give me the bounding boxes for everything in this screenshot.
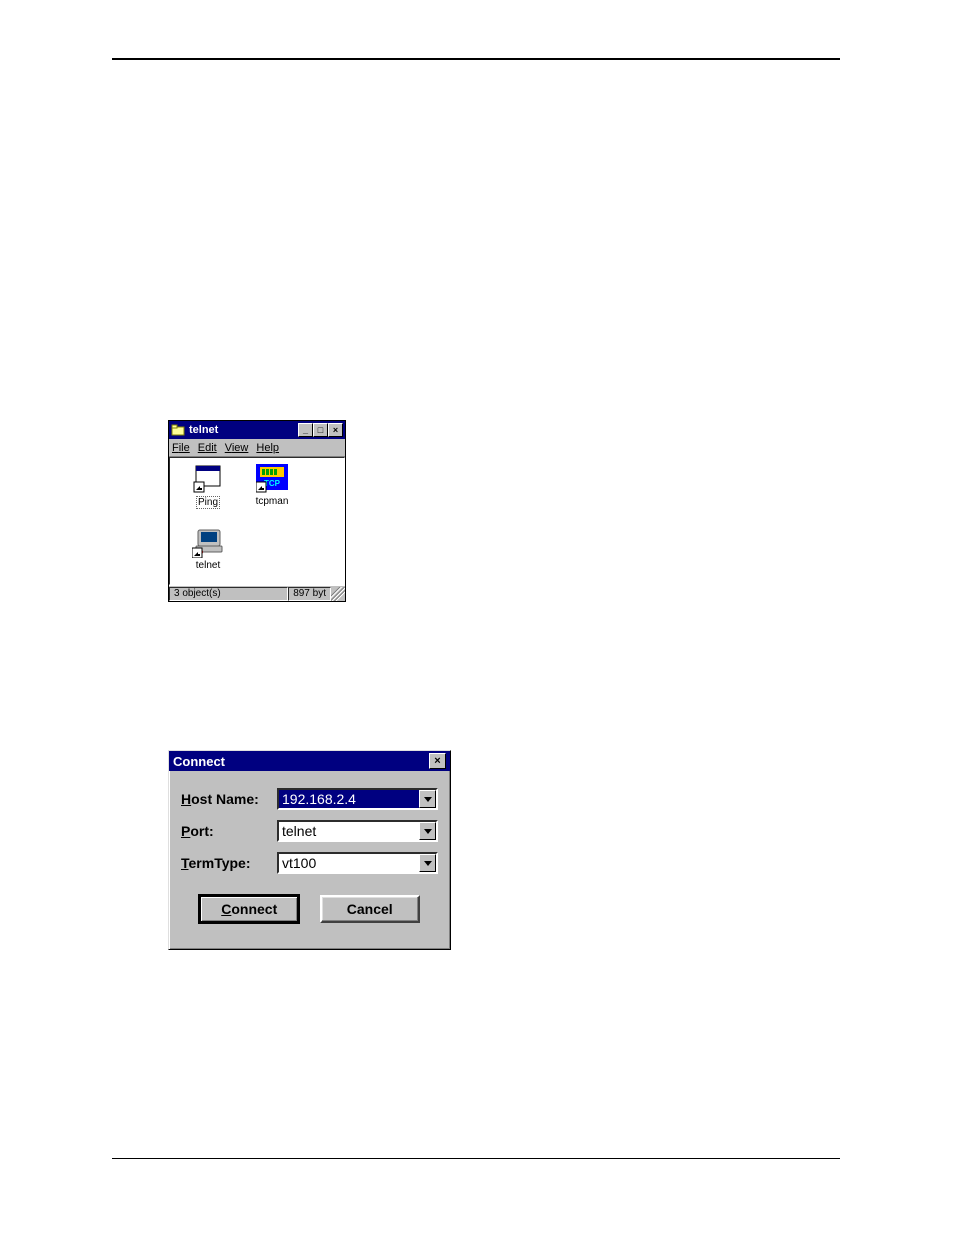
window-shortcut-icon xyxy=(192,464,224,494)
menu-help[interactable]: Help xyxy=(256,442,279,454)
port-label: Port: xyxy=(181,823,277,839)
horizontal-rule-top xyxy=(112,58,840,60)
termtype-combo[interactable]: vt100 xyxy=(277,852,438,874)
dialog-close-button[interactable]: × xyxy=(429,753,446,769)
menu-view[interactable]: View xyxy=(225,442,249,454)
connect-dialog: Connect × Host Name: 192.168.2.4 Port: t… xyxy=(168,750,451,950)
maximize-button[interactable]: □ xyxy=(313,423,328,437)
resize-grip[interactable] xyxy=(331,587,345,601)
window-titlebar[interactable]: telnet _ □ × xyxy=(169,421,345,439)
shortcut-ping[interactable]: Ping xyxy=(180,464,236,509)
status-bytes: 897 byt xyxy=(288,587,331,601)
termtype-label: TermType: xyxy=(181,855,277,871)
close-button[interactable]: × xyxy=(328,423,343,437)
window-title: telnet xyxy=(189,424,298,436)
shortcut-label: Ping xyxy=(196,496,220,509)
menu-file[interactable]: File xyxy=(172,442,190,454)
host-name-combo[interactable]: 192.168.2.4 xyxy=(277,788,438,810)
connect-button[interactable]: Connect xyxy=(199,895,299,923)
chevron-down-icon[interactable] xyxy=(419,790,436,808)
host-name-value[interactable]: 192.168.2.4 xyxy=(279,790,419,808)
cancel-button[interactable]: Cancel xyxy=(320,895,420,923)
menubar: File Edit View Help xyxy=(169,439,345,457)
chevron-down-icon[interactable] xyxy=(419,854,436,872)
tcp-shortcut-icon: TCP xyxy=(256,464,288,494)
telnet-folder-window: telnet _ □ × File Edit View Help Ping TC… xyxy=(168,420,346,602)
statusbar: 3 object(s) 897 byt xyxy=(169,585,345,601)
folder-icon xyxy=(171,423,185,437)
status-object-count: 3 object(s) xyxy=(169,587,288,601)
port-value[interactable]: telnet xyxy=(279,822,419,840)
shortcut-label: telnet xyxy=(196,560,220,571)
minimize-button[interactable]: _ xyxy=(298,423,313,437)
menu-edit[interactable]: Edit xyxy=(198,442,217,454)
terminal-shortcut-icon xyxy=(192,528,224,558)
folder-client-area: Ping TCP tcpman telnet xyxy=(169,457,345,585)
dialog-title: Connect xyxy=(173,754,429,769)
shortcut-telnet[interactable]: telnet xyxy=(180,528,236,571)
shortcut-label: tcpman xyxy=(256,496,289,507)
port-combo[interactable]: telnet xyxy=(277,820,438,842)
shortcut-tcpman[interactable]: TCP tcpman xyxy=(244,464,300,507)
chevron-down-icon[interactable] xyxy=(419,822,436,840)
dialog-titlebar[interactable]: Connect × xyxy=(169,751,450,771)
termtype-value[interactable]: vt100 xyxy=(279,854,419,872)
host-name-label: Host Name: xyxy=(181,791,277,807)
horizontal-rule-bottom xyxy=(112,1158,840,1159)
